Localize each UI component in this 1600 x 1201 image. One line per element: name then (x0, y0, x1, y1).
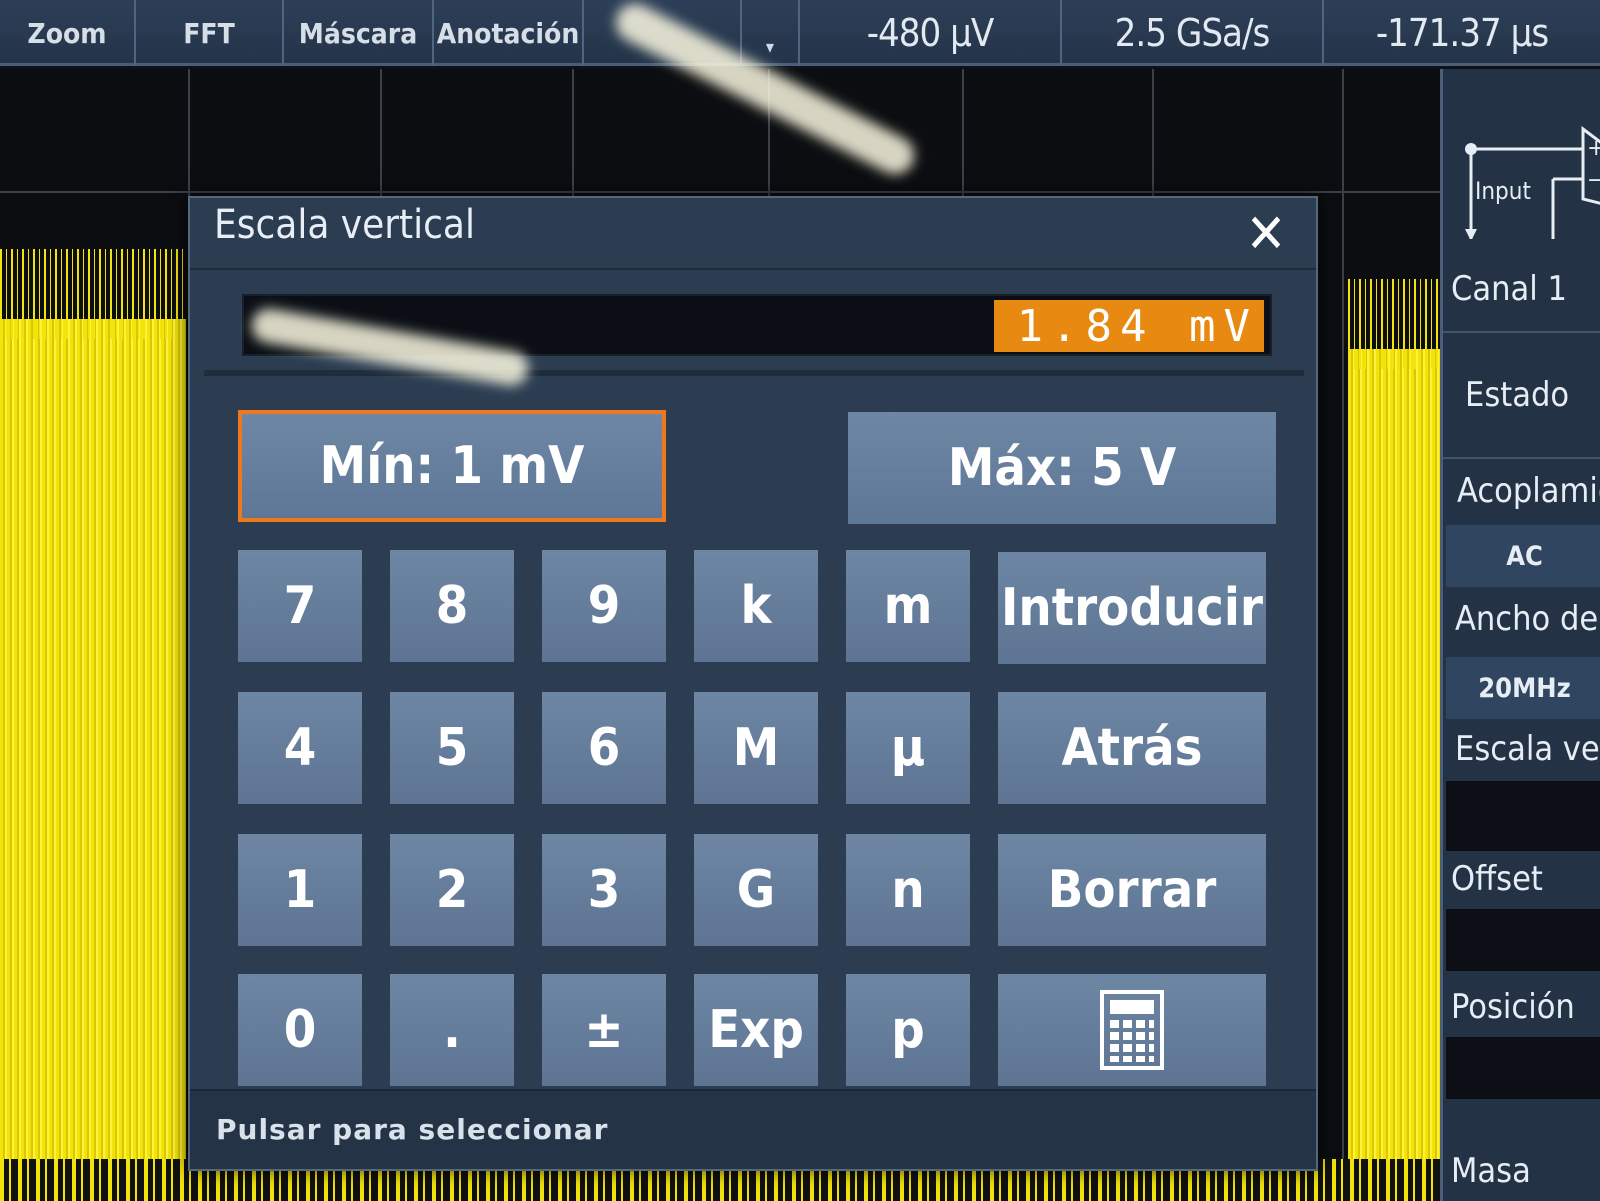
key-0[interactable]: 0 (238, 974, 362, 1086)
top-toolbar: Zoom FFT Máscara Anotación ▾ -480 µV 2.5… (0, 0, 1600, 66)
hint-text: Pulsar para seleccionar (216, 1113, 609, 1146)
back-button[interactable]: Atrás (998, 692, 1266, 804)
key-3[interactable]: 3 (542, 834, 666, 946)
key-9[interactable]: 9 (542, 550, 666, 662)
key-2[interactable]: 2 (390, 834, 514, 946)
key-milli[interactable]: m (846, 550, 970, 662)
bandwidth-label: Ancho de b (1455, 599, 1600, 639)
key-micro[interactable]: µ (846, 692, 970, 804)
enter-button[interactable]: Introducir (998, 552, 1266, 664)
key-6[interactable]: 6 (542, 692, 666, 804)
clear-button[interactable]: Borrar (998, 834, 1266, 946)
channel1-waveform-left (0, 249, 186, 1201)
key-decimal-point[interactable]: . (390, 974, 514, 1086)
max-value-button[interactable]: Máx: 5 V (848, 412, 1276, 524)
fft-button[interactable]: FFT (136, 0, 284, 66)
position-label: Posición (1451, 987, 1575, 1027)
dialog-title: Escala vertical (214, 202, 475, 248)
key-exponent[interactable]: Exp (694, 974, 818, 1086)
waveform-spikes (1348, 279, 1440, 369)
divider (1443, 331, 1600, 333)
dialog-footer: Pulsar para seleccionar (190, 1089, 1316, 1169)
divider (1443, 457, 1600, 459)
key-1[interactable]: 1 (238, 834, 362, 946)
input-amplifier-icon: + − (1465, 126, 1600, 239)
zoom-button[interactable]: Zoom (0, 0, 136, 66)
waveform-spikes (0, 249, 186, 339)
grid-line (1342, 69, 1344, 1201)
key-pico[interactable]: p (846, 974, 970, 1086)
key-5[interactable]: 5 (390, 692, 514, 804)
coupling-value[interactable]: AC (1446, 525, 1600, 587)
key-4[interactable]: 4 (238, 692, 362, 804)
svg-text:+: + (1587, 136, 1600, 161)
offset-label: Offset (1451, 859, 1543, 899)
calculator-icon (1100, 990, 1164, 1070)
input-label: Input (1475, 177, 1531, 205)
offset-field[interactable] (1446, 909, 1600, 971)
key-giga[interactable]: G (694, 834, 818, 946)
sample-rate-readout[interactable]: 2.5 GSa/s (1062, 0, 1324, 66)
mask-button[interactable]: Máscara (284, 0, 434, 66)
key-7[interactable]: 7 (238, 550, 362, 662)
svg-text:−: − (1587, 168, 1600, 193)
toolbar-scroll-down-icon[interactable]: ▾ (740, 0, 800, 66)
coupling-label: Acoplamie (1457, 471, 1600, 511)
calculator-button[interactable] (998, 974, 1266, 1086)
annotation-button[interactable]: Anotación (434, 0, 584, 66)
min-value-button[interactable]: Mín: 1 mV (238, 410, 666, 522)
chevron-down-icon: ▾ (765, 37, 775, 58)
ground-label[interactable]: Masa (1451, 1151, 1531, 1191)
position-field[interactable] (1446, 1037, 1600, 1099)
trigger-level-readout[interactable]: -480 µV (800, 0, 1062, 66)
divider (190, 268, 1316, 270)
vertical-scale-field[interactable] (1446, 781, 1600, 851)
vertical-scale-label: Escala ver (1455, 729, 1600, 769)
bandwidth-value[interactable]: 20MHz (1446, 657, 1600, 719)
key-kilo[interactable]: k (694, 550, 818, 662)
grid-line (0, 191, 1440, 193)
time-offset-readout[interactable]: -171.37 µs (1324, 0, 1600, 66)
channel-side-panel: + − Input Canal 1 Estado Acoplamie AC An… (1440, 69, 1600, 1201)
estado-button[interactable]: Estado (1465, 375, 1569, 415)
channel1-waveform-right (1348, 279, 1440, 1201)
channel-title: Canal 1 (1451, 269, 1567, 309)
entry-value: 1.84 mV (994, 300, 1264, 352)
key-nano[interactable]: n (846, 834, 970, 946)
key-plus-minus[interactable]: ± (542, 974, 666, 1086)
close-icon[interactable]: ✕ (1242, 207, 1290, 261)
divider (204, 370, 1304, 376)
key-8[interactable]: 8 (390, 550, 514, 662)
key-mega[interactable]: M (694, 692, 818, 804)
